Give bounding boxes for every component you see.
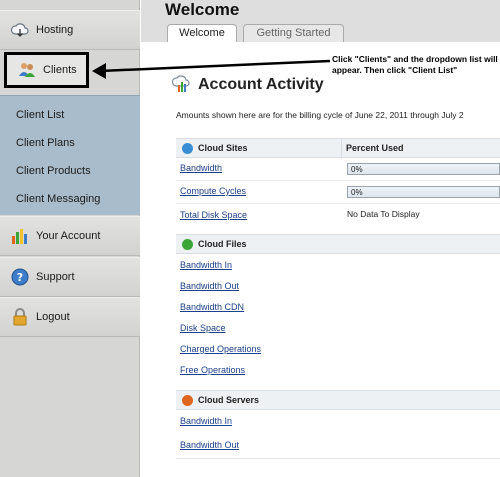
row-divider	[176, 203, 500, 204]
link-bandwidth[interactable]: Bandwidth	[180, 163, 222, 173]
server-icon	[182, 395, 193, 406]
link-free-operations[interactable]: Free Operations	[180, 365, 245, 375]
section-title: Cloud Servers	[198, 395, 260, 405]
progress-bar-bandwidth: 0%	[347, 163, 500, 175]
progress-bar-compute-cycles: 0%	[347, 186, 500, 198]
billing-cycle-text: Amounts shown here are for the billing c…	[176, 110, 464, 120]
link-disk-space[interactable]: Disk Space	[180, 323, 226, 333]
globe-icon	[182, 143, 193, 154]
section-title: Cloud Sites	[198, 143, 248, 153]
link-servers-bandwidth-out[interactable]: Bandwidth Out	[180, 440, 239, 450]
progress-value: 0%	[351, 188, 363, 197]
no-data-text: No Data To Display	[347, 209, 420, 219]
link-bandwidth-cdn[interactable]: Bandwidth CDN	[180, 302, 244, 312]
column-divider	[341, 139, 342, 159]
progress-value: 0%	[351, 165, 363, 174]
row-divider	[176, 180, 500, 181]
section-cloud-files: Cloud Files	[176, 234, 500, 254]
link-charged-operations[interactable]: Charged Operations	[180, 344, 261, 354]
link-compute-cycles[interactable]: Compute Cycles	[180, 186, 246, 196]
section-title: Cloud Files	[198, 239, 247, 249]
files-icon	[182, 239, 193, 250]
account-activity-title: Account Activity	[198, 76, 324, 93]
row-divider	[176, 458, 500, 459]
account-activity-icon	[171, 74, 192, 94]
percent-used-header: Percent Used	[346, 143, 404, 153]
section-cloud-sites: Cloud Sites Percent Used	[176, 138, 500, 159]
link-bandwidth-in[interactable]: Bandwidth In	[180, 260, 232, 270]
link-servers-bandwidth-in[interactable]: Bandwidth In	[180, 416, 232, 426]
link-bandwidth-out[interactable]: Bandwidth Out	[180, 281, 239, 291]
section-cloud-servers: Cloud Servers	[176, 390, 500, 410]
annotation-text: Click "Clients" and the dropdown list wi…	[332, 54, 498, 75]
link-total-disk-space[interactable]: Total Disk Space	[180, 210, 247, 220]
